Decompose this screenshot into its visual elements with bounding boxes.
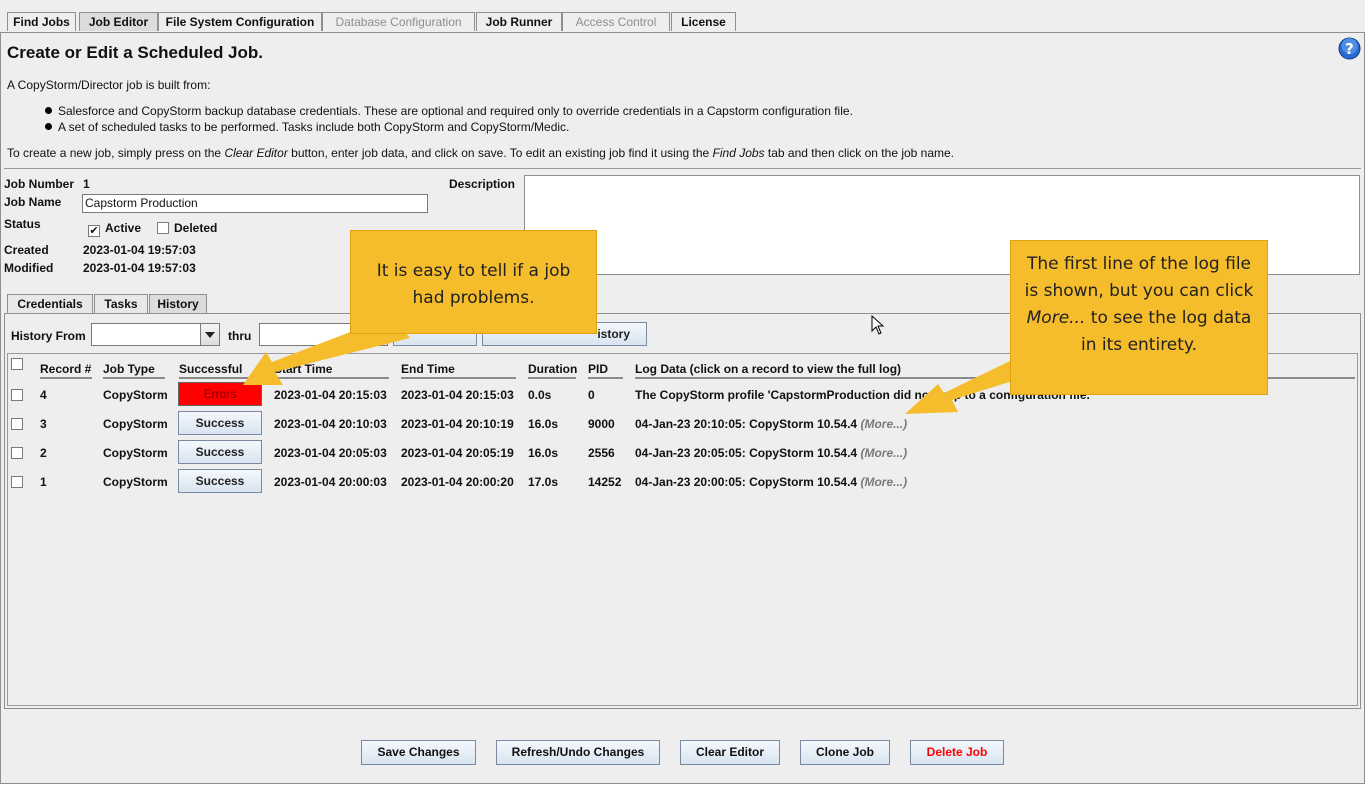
callout-emphasis: More... xyxy=(1026,308,1086,328)
callout-text: It is easy to tell if a job had problems… xyxy=(376,261,571,308)
callout-text: to see the log data in its entirety. xyxy=(1081,308,1252,355)
save-changes-button[interactable]: Save Changes xyxy=(361,740,476,765)
callout-log-more: The first line of the log file is shown,… xyxy=(1010,240,1268,395)
callout-errors: It is easy to tell if a job had problems… xyxy=(350,230,597,334)
arrow-icon xyxy=(905,360,1022,414)
clone-job-button[interactable]: Clone Job xyxy=(800,740,890,765)
refresh-undo-button[interactable]: Refresh/Undo Changes xyxy=(496,740,660,765)
mouse-cursor-icon xyxy=(871,315,885,335)
callout-text: The first line of the log file is shown,… xyxy=(1024,254,1254,301)
delete-job-button[interactable]: Delete Job xyxy=(910,740,1004,765)
clear-editor-button[interactable]: Clear Editor xyxy=(680,740,780,765)
